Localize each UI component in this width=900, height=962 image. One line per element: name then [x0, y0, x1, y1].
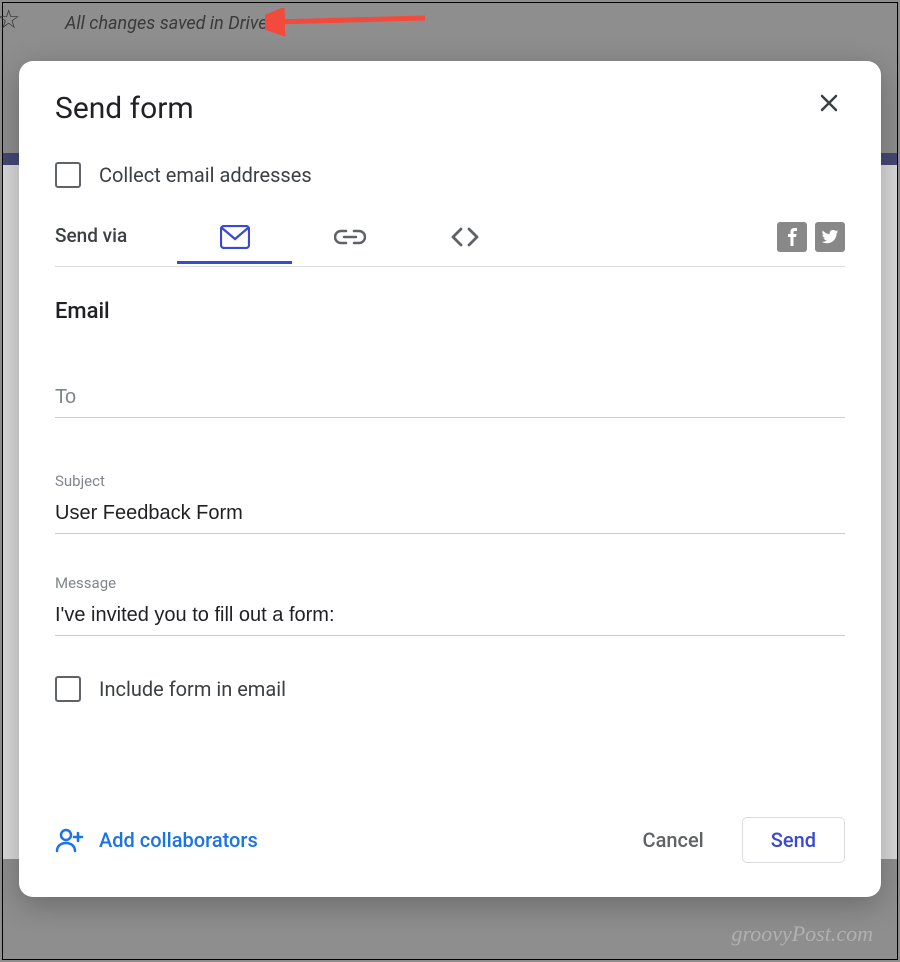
app-top-bar: ☆ All changes saved in Drive: [3, 3, 897, 43]
send-form-dialog: Send form Collect email addresses Send v…: [19, 61, 881, 897]
star-icon[interactable]: ☆: [0, 5, 20, 35]
dialog-title: Send form: [55, 91, 194, 126]
embed-icon: [449, 226, 481, 248]
subject-input[interactable]: [55, 496, 845, 534]
person-add-icon: [55, 827, 85, 853]
link-icon: [334, 228, 366, 246]
save-status-text: All changes saved in Drive: [65, 13, 267, 34]
facebook-icon: [783, 228, 801, 246]
tab-link[interactable]: [292, 228, 407, 260]
page-frame: ☆ All changes saved in Drive Send form C…: [2, 2, 898, 960]
to-field: [55, 380, 845, 418]
add-collaborators-label: Add collaborators: [99, 828, 258, 852]
to-input[interactable]: [55, 380, 845, 418]
subject-label: Subject: [55, 472, 845, 490]
send-via-label: Send via: [55, 224, 127, 265]
dialog-footer: Add collaborators Cancel Send: [55, 777, 845, 863]
collect-emails-checkbox[interactable]: [55, 162, 81, 188]
close-icon: [817, 91, 841, 115]
share-facebook-button[interactable]: [777, 222, 807, 252]
tab-embed[interactable]: [407, 226, 522, 262]
email-section-title: Email: [55, 299, 845, 324]
social-share-icons: [777, 222, 845, 266]
dialog-header: Send form: [55, 91, 845, 126]
collect-emails-label: Collect email addresses: [99, 163, 312, 187]
collect-emails-row: Collect email addresses: [55, 162, 845, 188]
include-form-label: Include form in email: [99, 677, 286, 701]
tab-email[interactable]: [177, 225, 292, 263]
send-button[interactable]: Send: [742, 817, 845, 863]
include-form-row: Include form in email: [55, 676, 845, 702]
message-label: Message: [55, 574, 845, 592]
include-form-checkbox[interactable]: [55, 676, 81, 702]
subject-field: Subject: [55, 472, 845, 534]
message-field: Message: [55, 574, 845, 636]
cancel-button[interactable]: Cancel: [625, 818, 722, 862]
add-collaborators-button[interactable]: Add collaborators: [55, 827, 258, 853]
message-input[interactable]: [55, 598, 845, 636]
footer-actions: Cancel Send: [625, 817, 845, 863]
twitter-icon: [821, 228, 839, 246]
watermark-text: groovyPost.com: [731, 921, 873, 947]
email-icon: [220, 225, 250, 249]
send-via-tabs: Send via: [55, 222, 845, 267]
share-twitter-button[interactable]: [815, 222, 845, 252]
close-button[interactable]: [813, 87, 845, 123]
